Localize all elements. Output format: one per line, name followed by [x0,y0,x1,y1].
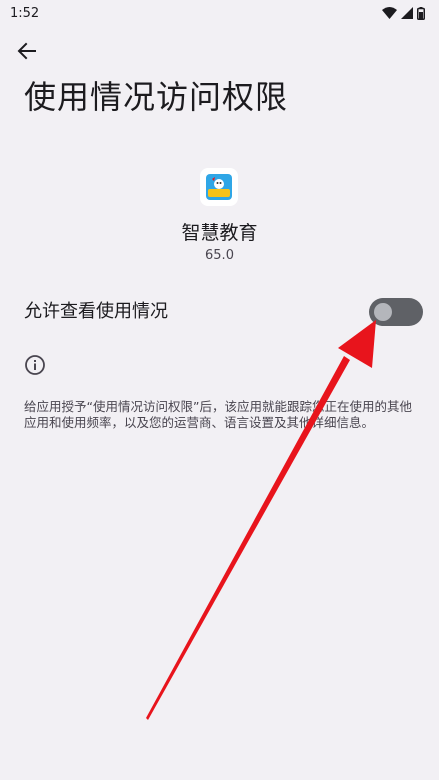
switch-thumb [374,303,392,321]
back-button[interactable] [10,36,44,66]
status-time: 1:52 [10,5,40,21]
usage-access-toggle-row[interactable]: 允许查看使用情况 [0,284,439,340]
page-title: 使用情况访问权限 [24,78,289,116]
info-description: 给应用授予“使用情况访问权限”后，该应用就能跟踪您正在使用的其他应用和使用频率，… [24,399,412,430]
status-bar: 1:52 [0,0,439,26]
signal-icon [401,7,413,19]
arrow-left-icon [17,42,36,60]
toggle-label: 允许查看使用情况 [24,301,168,322]
app-version: 65.0 [205,248,234,263]
usage-access-switch[interactable] [369,298,423,326]
wifi-icon [382,7,397,19]
status-icons [382,6,425,20]
battery-icon [417,6,425,20]
info-icon [25,355,45,375]
app-logo-icon [206,174,232,200]
app-icon [200,168,238,206]
app-name: 智慧教育 [181,222,258,244]
